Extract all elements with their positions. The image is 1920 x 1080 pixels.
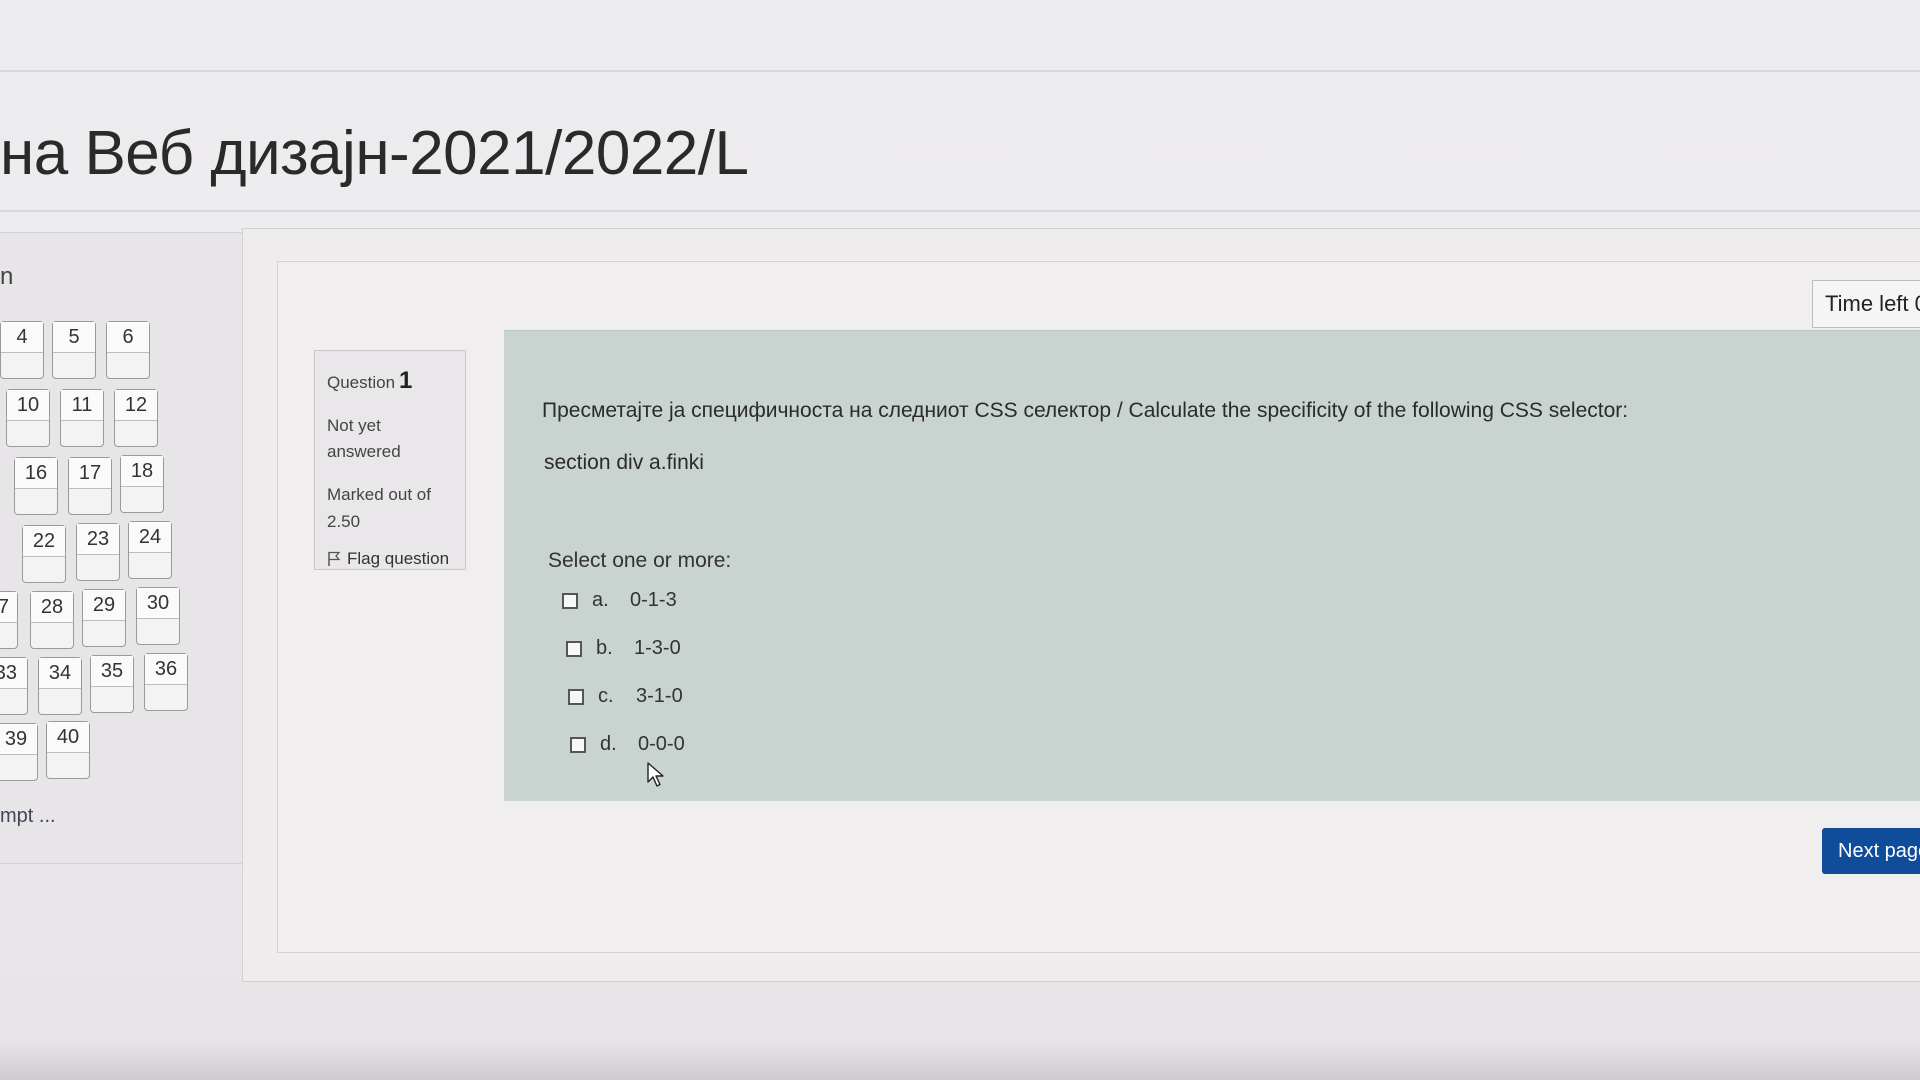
question-number-value: 1 bbox=[399, 367, 413, 394]
answer-b-checkbox[interactable] bbox=[566, 640, 582, 657]
nav-question-10[interactable]: 10 bbox=[6, 389, 50, 447]
answer-a-text: 0-1-3 bbox=[630, 589, 677, 611]
nav-question-28[interactable]: 28 bbox=[30, 591, 74, 649]
answer-option-a[interactable]: a. 0-1-3 bbox=[562, 589, 677, 612]
answer-option-d[interactable]: d. 0-0-0 bbox=[570, 733, 685, 756]
answer-a-letter: a. bbox=[592, 589, 609, 611]
nav-question-24[interactable]: 24 bbox=[128, 521, 172, 579]
question-grade: Marked out of 2.50 bbox=[327, 485, 431, 531]
nav-question-29[interactable]: 29 bbox=[82, 589, 126, 647]
nav-question-39[interactable]: 39 bbox=[0, 723, 38, 781]
flag-question-label: Flag question bbox=[347, 549, 450, 568]
quiz-navigation-block: n 4 5 6 10 11 12 16 17 18 22 23 24 7 28 … bbox=[0, 232, 271, 864]
nav-question-30[interactable]: 30 bbox=[136, 587, 180, 645]
flag-question-button[interactable]: Flag question bbox=[327, 549, 453, 569]
page-title: на Веб дизајн-2021/2022/L bbox=[0, 119, 749, 188]
nav-question-22[interactable]: 22 bbox=[22, 525, 66, 583]
nav-question-40[interactable]: 40 bbox=[46, 721, 90, 779]
nav-question-34[interactable]: 34 bbox=[38, 657, 82, 715]
question-info-box: Question 1 Not yet answered Marked out of… bbox=[314, 350, 466, 570]
answer-d-text: 0-0-0 bbox=[638, 733, 685, 755]
nav-question-36[interactable]: 36 bbox=[144, 653, 188, 711]
answer-b-text: 1-3-0 bbox=[634, 637, 681, 659]
quiz-navigation-title: n bbox=[0, 263, 14, 290]
nav-question-23[interactable]: 23 bbox=[76, 523, 120, 581]
answer-c-checkbox[interactable] bbox=[568, 688, 584, 705]
question-state: Not yet answered bbox=[327, 416, 401, 461]
answer-prompt: Select one or more: bbox=[548, 549, 732, 572]
answer-d-letter: d. bbox=[600, 733, 617, 755]
nav-question-16[interactable]: 16 bbox=[14, 457, 58, 515]
question-text: Пресметајте ја специфичноста на следниот… bbox=[542, 399, 1629, 422]
finish-attempt-link[interactable]: mpt ... bbox=[0, 805, 56, 828]
title-divider bbox=[0, 210, 1920, 212]
nav-question-35[interactable]: 35 bbox=[90, 655, 134, 713]
nav-question-6[interactable]: 6 bbox=[106, 321, 150, 379]
nav-question-18[interactable]: 18 bbox=[120, 455, 164, 513]
question-number: Question 1 bbox=[327, 367, 453, 395]
answer-option-b[interactable]: b. 1-3-0 bbox=[566, 637, 681, 660]
flag-icon bbox=[328, 551, 341, 566]
nav-question-33[interactable]: 33 bbox=[0, 657, 28, 715]
nav-question-17[interactable]: 17 bbox=[68, 457, 112, 515]
nav-question-5[interactable]: 5 bbox=[52, 321, 96, 379]
question-selector-code: section div a.finki bbox=[544, 451, 704, 474]
header-divider bbox=[0, 70, 1920, 72]
answer-c-letter: c. bbox=[598, 685, 614, 707]
nav-question-4[interactable]: 4 bbox=[0, 321, 44, 379]
mouse-cursor-icon bbox=[647, 762, 664, 787]
bottom-shadow bbox=[0, 1040, 1920, 1080]
nav-question-12[interactable]: 12 bbox=[114, 389, 158, 447]
answer-c-text: 3-1-0 bbox=[636, 685, 683, 707]
time-left-timer: Time left 0 bbox=[1812, 280, 1920, 328]
answer-a-checkbox[interactable] bbox=[562, 592, 578, 609]
next-page-button[interactable]: Next page bbox=[1822, 828, 1920, 874]
answer-option-c[interactable]: c. 3-1-0 bbox=[568, 685, 683, 708]
answer-d-checkbox[interactable] bbox=[570, 736, 586, 753]
nav-question-11[interactable]: 11 bbox=[60, 389, 104, 447]
quiz-page: на Веб дизајн-2021/2022/L n 4 5 6 10 11 … bbox=[0, 0, 1920, 1080]
nav-question-27[interactable]: 7 bbox=[0, 591, 18, 649]
question-content: Пресметајте ја специфичноста на следниот… bbox=[504, 330, 1920, 801]
question-label: Question bbox=[327, 373, 396, 392]
answer-b-letter: b. bbox=[596, 637, 613, 659]
